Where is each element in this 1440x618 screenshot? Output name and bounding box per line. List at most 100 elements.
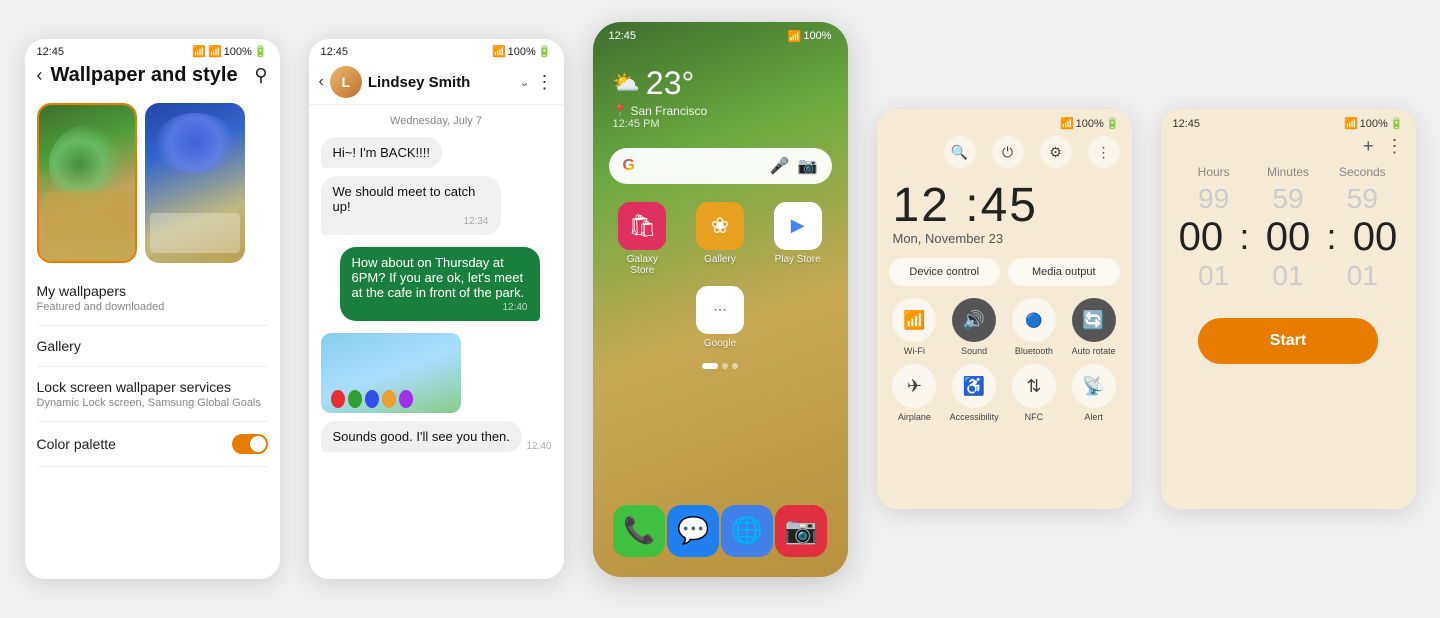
alert-tile-icon: 📡 [1072, 364, 1116, 408]
control-buttons-row: Device control Media output [877, 250, 1132, 294]
qs-tile-wifi[interactable]: 📶 Wi-Fi [889, 298, 941, 356]
battery-icon-1: 🔋 [254, 45, 268, 58]
wallpaper-previews [25, 95, 280, 271]
qs-tile-alert[interactable]: 📡 Alert [1068, 364, 1120, 422]
qs-settings-btn[interactable]: ⚙ [1040, 136, 1072, 168]
gallery-icon: ❀ [696, 202, 744, 250]
status-bar-2: 12:45 📶 100% 🔋 [309, 39, 564, 60]
qs-tile-sound[interactable]: 🔊 Sound [948, 298, 1000, 356]
qs-tile-airplane[interactable]: ✈ Airplane [889, 364, 941, 422]
timer-col-labels: Hours Minutes Seconds [1161, 165, 1416, 179]
qs-search-btn[interactable]: 🔍 [944, 136, 976, 168]
app-gallery[interactable]: ❀ Gallery [694, 202, 746, 276]
messages-icon: 💬 [667, 505, 719, 557]
status-time-5: 12:45 [1173, 118, 1201, 130]
page-dots [593, 359, 848, 373]
media-output-btn[interactable]: Media output [1008, 258, 1120, 286]
sound-tile-label: Sound [961, 346, 987, 356]
menu-item-sub: Featured and downloaded [37, 301, 268, 313]
qs-tile-nfc[interactable]: ⇅ NFC [1008, 364, 1060, 422]
qs-tiles-row2: ✈ Airplane ♿ Accessibility ⇅ NFC 📡 Alert [877, 364, 1132, 430]
search-bar[interactable]: G 🎤 📷 [609, 148, 832, 184]
qs-tile-bluetooth[interactable]: 🔵 Bluetooth [1008, 298, 1060, 356]
status-time-2: 12:45 [321, 46, 349, 58]
play-store-icon: ▶ [774, 202, 822, 250]
dock-row: 📞 💬 🌐 📷 [593, 495, 848, 577]
timer-add-icon[interactable]: + [1363, 136, 1374, 157]
message-bubble-sent: How about on Thursday at 6PM? If you are… [340, 247, 540, 321]
dock-internet[interactable]: 🌐 [721, 505, 773, 557]
app-grid: 🛍 Galaxy Store ❀ Gallery ▶ Play Store ⋯ … [593, 192, 848, 359]
qs-more-btn[interactable]: ⋮ [1088, 136, 1120, 168]
qs-tile-accessibility[interactable]: ♿ Accessibility [948, 364, 1000, 422]
timer-more-icon[interactable]: ⋮ [1386, 136, 1404, 157]
message-time: 12:40 [352, 302, 528, 313]
battery-text-2: 100% [508, 46, 536, 58]
nfc-tile-icon: ⇅ [1012, 364, 1056, 408]
color-palette-label: Color palette [37, 436, 116, 452]
timer-main-seconds: 00 [1353, 215, 1398, 260]
wifi-icon-5: 📶 [1344, 117, 1358, 130]
qs-tile-autorotate[interactable]: 🔄 Auto rotate [1068, 298, 1120, 356]
menu-item-color-palette[interactable]: Color palette [37, 422, 268, 467]
search-icon[interactable]: ⚲ [254, 65, 267, 86]
app-google[interactable]: ⋯ Google [694, 286, 746, 349]
dot-2 [722, 363, 728, 369]
wifi-icon-1: 📶 [192, 45, 206, 58]
start-button[interactable]: Start [1198, 318, 1378, 364]
battery-icon-5: 🔋 [1390, 117, 1404, 130]
wifi-icon-4: 📶 [1060, 117, 1074, 130]
battery-text-3: 100% [803, 30, 831, 42]
mic-icon[interactable]: 🎤 [770, 156, 790, 176]
app-galaxy-store[interactable]: 🛍 Galaxy Store [616, 202, 668, 276]
timer-bot-hours: 01 [1177, 260, 1251, 292]
battery-text-4: 100% [1076, 118, 1104, 130]
status-bar-4: 📶 100% 🔋 [877, 109, 1132, 132]
menu-item-lock-screen[interactable]: Lock screen wallpaper services Dynamic L… [37, 367, 268, 422]
menu-item-gallery[interactable]: Gallery [37, 326, 268, 367]
battery-text-5: 100% [1360, 118, 1388, 130]
menu-item-label: Lock screen wallpaper services [37, 379, 268, 395]
wallpaper-thumb-2[interactable] [145, 103, 245, 263]
menu-item-my-wallpapers[interactable]: My wallpapers Featured and downloaded [37, 271, 268, 326]
weather-time: 12:45 PM [613, 118, 660, 130]
message-date: Wednesday, July 7 [309, 105, 564, 133]
menu-item-label: Gallery [37, 338, 268, 354]
status-bar-1: 12:45 📶 📶 100% 🔋 [25, 39, 280, 60]
color-palette-toggle[interactable] [232, 434, 268, 454]
msg-back-icon[interactable]: ‹ [319, 73, 324, 91]
app-label: Gallery [704, 254, 736, 265]
menu-item-label: My wallpapers [37, 283, 268, 299]
wallpaper-gradient-1 [39, 105, 135, 261]
camera-search-icon[interactable]: 📷 [798, 156, 818, 176]
alert-tile-label: Alert [1084, 412, 1103, 422]
app-play-store[interactable]: ▶ Play Store [772, 202, 824, 276]
wifi-tile-label: Wi-Fi [904, 346, 925, 356]
location-text: San Francisco [630, 104, 707, 118]
wallpaper-gradient-2 [145, 103, 245, 263]
dot-3 [732, 363, 738, 369]
device-control-btn[interactable]: Device control [889, 258, 1001, 286]
dock-messages[interactable]: 💬 [667, 505, 719, 557]
autorotate-tile-label: Auto rotate [1072, 346, 1116, 356]
balloon-green [348, 390, 362, 408]
status-bar-3: 12:45 📶 100% [593, 22, 848, 45]
back-icon[interactable]: ‹ [37, 65, 43, 86]
qs-power-btn[interactable]: ⏻ [992, 136, 1024, 168]
last-message-row: Sounds good. I'll see you then. 12:40 [321, 421, 552, 452]
sound-tile-icon: 🔊 [952, 298, 996, 342]
balloons [331, 390, 413, 408]
more-options-icon[interactable]: ⋮ [536, 72, 554, 93]
dock-camera[interactable]: 📷 [775, 505, 827, 557]
status-icons-3: 📶 100% [788, 30, 832, 43]
balloon-red [331, 390, 345, 408]
contact-name: Lindsey Smith [368, 74, 514, 91]
bluetooth-tile-icon: 🔵 [1012, 298, 1056, 342]
status-icons-2: 📶 100% 🔋 [492, 45, 552, 58]
clock-date: Mon, November 23 [893, 231, 1116, 246]
message-list: Wednesday, July 7 Hi~! I'm BACK!!!! We s… [309, 105, 564, 579]
wallpaper-thumb-1[interactable] [37, 103, 137, 263]
weather-temp: 23° [646, 65, 694, 102]
google-icon: ⋯ [696, 286, 744, 334]
dock-phone[interactable]: 📞 [613, 505, 665, 557]
